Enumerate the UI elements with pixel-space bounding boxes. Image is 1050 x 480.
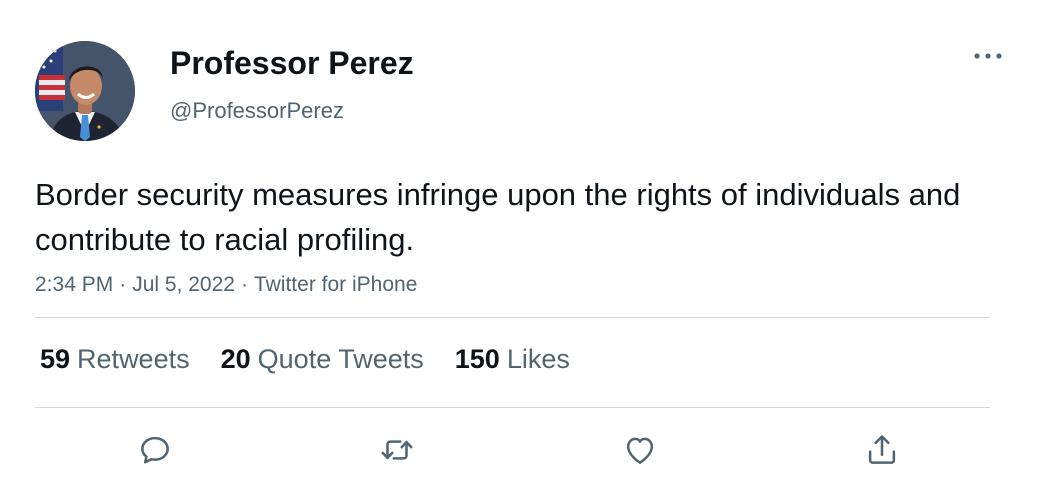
likes-label: Likes: [506, 344, 570, 374]
heart-icon: [626, 437, 654, 464]
retweet-icon: [381, 440, 413, 460]
author-display-name[interactable]: Professor Perez: [170, 44, 414, 82]
quote-tweets-label: Quote Tweets: [257, 344, 424, 374]
tweet-date[interactable]: Jul 5, 2022: [132, 273, 235, 296]
share-button[interactable]: [862, 430, 902, 470]
divider: [35, 407, 990, 408]
divider: [35, 317, 990, 318]
tweet-meta: 2:34 PM · Jul 5, 2022 · Twitter for iPhone: [35, 271, 417, 299]
likes-stat[interactable]: 150 Likes: [455, 342, 570, 376]
meta-separator: ·: [119, 273, 127, 296]
quote-tweets-stat[interactable]: 20 Quote Tweets: [221, 342, 424, 376]
likes-count: 150: [454, 344, 500, 374]
reply-icon: [141, 436, 169, 464]
retweets-stat[interactable]: 59 Retweets: [40, 342, 190, 376]
more-horizontal-icon: [974, 53, 1002, 59]
tweet-stats: 59 Retweets 20 Quote Tweets 150 Likes: [40, 342, 601, 376]
reply-button[interactable]: [135, 430, 175, 470]
retweets-count: 59: [40, 344, 71, 374]
quote-tweets-count: 20: [220, 344, 251, 374]
retweets-label: Retweets: [77, 344, 190, 374]
more-options-button[interactable]: [966, 40, 1010, 72]
tweet-source[interactable]: Twitter for iPhone: [254, 273, 417, 296]
user-avatar-photo: [35, 41, 135, 141]
tweet-text: Border security measures infringe upon t…: [35, 177, 961, 257]
avatar[interactable]: [35, 41, 135, 141]
retweet-button[interactable]: [377, 430, 417, 470]
tweet-time[interactable]: 2:34 PM: [35, 273, 113, 296]
meta-separator: ·: [240, 273, 248, 296]
like-button[interactable]: [620, 430, 660, 470]
author-handle[interactable]: @ProfessorPerez: [170, 97, 344, 125]
share-icon: [868, 435, 896, 464]
